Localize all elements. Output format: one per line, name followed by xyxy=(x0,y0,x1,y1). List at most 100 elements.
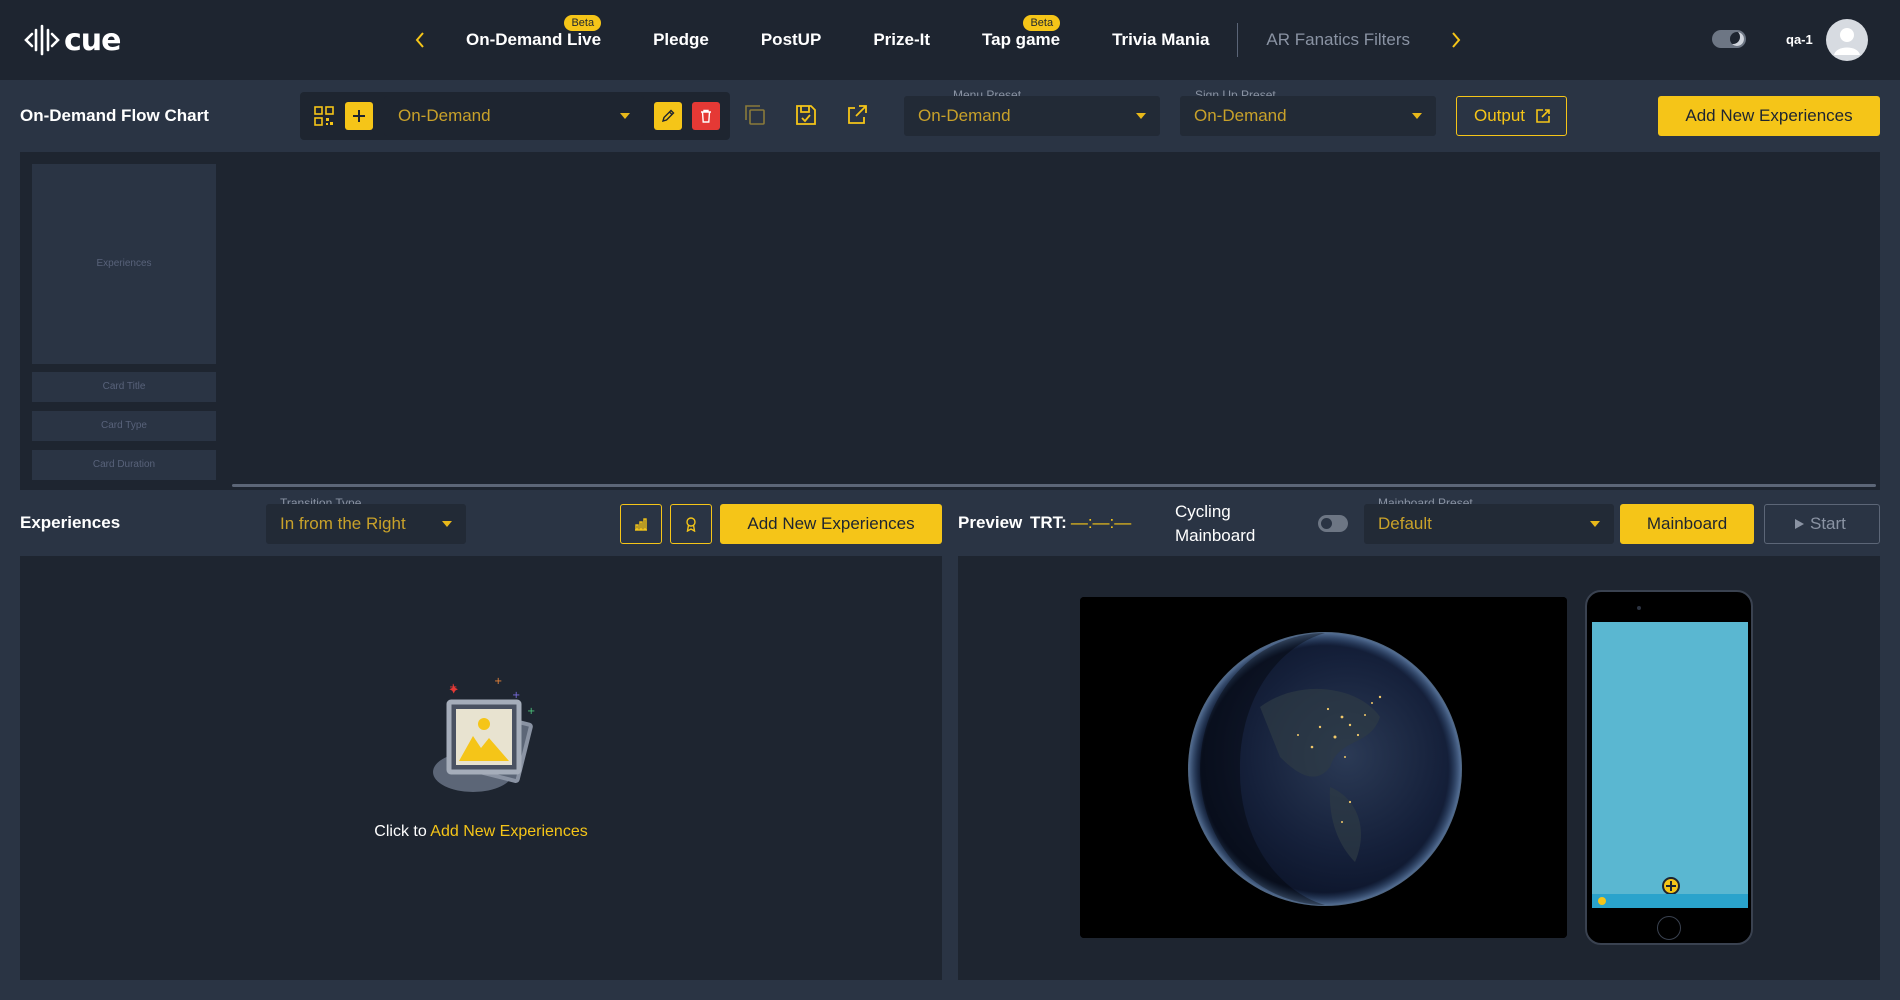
nav-item-ar-fanatics-filters[interactable]: AR Fanatics Filters xyxy=(1240,18,1436,62)
earth-night-image xyxy=(1080,597,1567,938)
add-new-experiences-button-secondary[interactable]: Add New Experiences xyxy=(720,504,942,544)
user-name: qa-1 xyxy=(1786,32,1813,47)
trt-label: TRT: xyxy=(1030,513,1067,532)
empty-state-text: Click to Add New Experiences xyxy=(20,823,942,841)
caret-down-icon xyxy=(1412,113,1422,119)
phone-camera xyxy=(1637,606,1641,610)
nav-item-prize-it[interactable]: Prize-It xyxy=(847,18,956,62)
mobile-status-bar xyxy=(1592,894,1748,908)
menu-preset-value: On-Demand xyxy=(918,106,1011,125)
mobile-preview-screen xyxy=(1592,622,1748,908)
trt-readout: TRT: —:—:— xyxy=(1030,513,1131,533)
user-icon xyxy=(1834,28,1860,55)
nav-item-postup[interactable]: PostUP xyxy=(735,18,847,62)
save-button[interactable] xyxy=(793,102,819,128)
nav-item-label: Pledge xyxy=(653,30,709,49)
signup-preset-value: On-Demand xyxy=(1194,106,1287,125)
start-button: Start xyxy=(1764,504,1880,544)
copy-icon xyxy=(745,105,765,125)
output-button[interactable]: Output xyxy=(1456,96,1567,136)
experiences-panel: + + + + Click to Add New Experiences xyxy=(20,556,942,980)
trash-icon xyxy=(701,109,711,123)
add-flow-button[interactable] xyxy=(345,102,373,130)
nav-item-tap-game[interactable]: Tap game Beta xyxy=(956,15,1086,62)
phone-add-icon xyxy=(1662,877,1680,895)
svg-text:+: + xyxy=(449,682,457,693)
prize-button[interactable] xyxy=(670,504,712,544)
phone-home-button xyxy=(1657,916,1681,940)
edit-flow-button[interactable] xyxy=(654,102,682,130)
svg-text:+: + xyxy=(527,706,535,717)
dark-mode-toggle[interactable] xyxy=(1712,30,1746,48)
cycling-label-line2: Mainboard xyxy=(1175,526,1256,545)
nav-item-label: Prize-It xyxy=(873,30,930,49)
preview-title: Preview xyxy=(958,513,1023,532)
experiences-title: Experiences xyxy=(20,513,121,532)
nav-item-label: On-Demand Live xyxy=(466,30,602,49)
empty-state-prefix: Click to xyxy=(374,823,427,840)
delete-flow-button[interactable] xyxy=(692,102,720,130)
cue-logo[interactable]: cue xyxy=(24,20,121,60)
flow-horizontal-scrollbar[interactable] xyxy=(232,484,1876,487)
nav-divider xyxy=(1237,23,1239,57)
plus-icon xyxy=(353,110,365,122)
mobile-preview-device xyxy=(1585,590,1753,945)
start-label: Start xyxy=(1810,514,1846,533)
image-placeholder-icon: + + + + xyxy=(433,676,535,792)
award-icon xyxy=(686,517,696,532)
beta-badge: Beta xyxy=(564,15,602,31)
nav-item-on-demand-live[interactable]: On-Demand Live Beta xyxy=(440,15,627,62)
logo-text: cue xyxy=(64,22,121,58)
share-button[interactable] xyxy=(844,102,870,128)
flow-chart-canvas[interactable]: Experiences Card Title Card Type Card Du… xyxy=(20,152,1880,490)
caret-down-icon xyxy=(1590,521,1600,527)
menu-preset-select[interactable]: On-Demand xyxy=(904,96,1160,136)
caret-down-icon xyxy=(620,113,630,119)
pencil-icon xyxy=(661,109,675,123)
nav-item-trivia-mania[interactable]: Trivia Mania xyxy=(1086,18,1235,62)
mainboard-preset-value: Default xyxy=(1378,514,1432,533)
experience-nav: On-Demand Live Beta Pledge PostUP Prize-… xyxy=(400,15,1476,62)
flow-card-type-placeholder: Card Type xyxy=(32,411,216,441)
cycling-mainboard-label: Cycling Mainboard xyxy=(1175,500,1255,548)
nav-prev-button[interactable] xyxy=(400,18,440,62)
flow-select[interactable]: On-Demand xyxy=(384,96,644,136)
save-icon xyxy=(796,105,816,125)
mainboard-button[interactable]: Mainboard xyxy=(1620,504,1754,544)
flow-card-title-placeholder: Card Title xyxy=(32,372,216,402)
beta-badge: Beta xyxy=(1023,15,1061,31)
mainboard-preview-screen xyxy=(1080,597,1567,938)
nav-item-label: Tap game xyxy=(982,30,1061,49)
nav-next-button[interactable] xyxy=(1436,18,1476,62)
soundwave-logo-icon xyxy=(24,24,60,56)
nav-item-label: Trivia Mania xyxy=(1112,30,1210,49)
play-icon xyxy=(1795,519,1804,529)
add-new-experiences-button[interactable]: Add New Experiences xyxy=(1658,96,1880,136)
nav-item-label: AR Fanatics Filters xyxy=(1266,30,1411,49)
transition-type-value: In from the Right xyxy=(280,514,406,533)
analytics-button[interactable] xyxy=(620,504,662,544)
share-icon xyxy=(848,105,867,124)
caret-down-icon xyxy=(1136,113,1146,119)
cycling-label-line1: Cycling xyxy=(1175,502,1231,521)
qr-code-icon xyxy=(314,106,334,126)
nav-item-pledge[interactable]: Pledge xyxy=(627,18,735,62)
nav-item-label: PostUP xyxy=(760,30,822,49)
chevron-left-icon xyxy=(415,32,424,48)
cycling-mainboard-toggle[interactable] xyxy=(1318,515,1348,532)
signup-preset-select[interactable]: On-Demand xyxy=(1180,96,1436,136)
flow-card-duration-placeholder: Card Duration xyxy=(32,450,216,480)
flow-toolbar: On-Demand xyxy=(300,92,730,140)
transition-type-select[interactable]: In from the Right xyxy=(266,504,466,544)
add-new-experiences-link[interactable]: Add New Experiences xyxy=(430,823,587,840)
svg-text:+: + xyxy=(512,690,520,701)
avatar[interactable] xyxy=(1826,19,1868,61)
qr-code-button[interactable] xyxy=(310,102,338,130)
page-title: On-Demand Flow Chart xyxy=(20,106,209,125)
svg-text:+: + xyxy=(494,676,502,687)
external-link-icon xyxy=(1536,109,1550,123)
empty-state: + + + + xyxy=(20,676,942,811)
duplicate-button[interactable] xyxy=(742,102,768,128)
caret-down-icon xyxy=(442,521,452,527)
mainboard-preset-select[interactable]: Default xyxy=(1364,504,1614,544)
